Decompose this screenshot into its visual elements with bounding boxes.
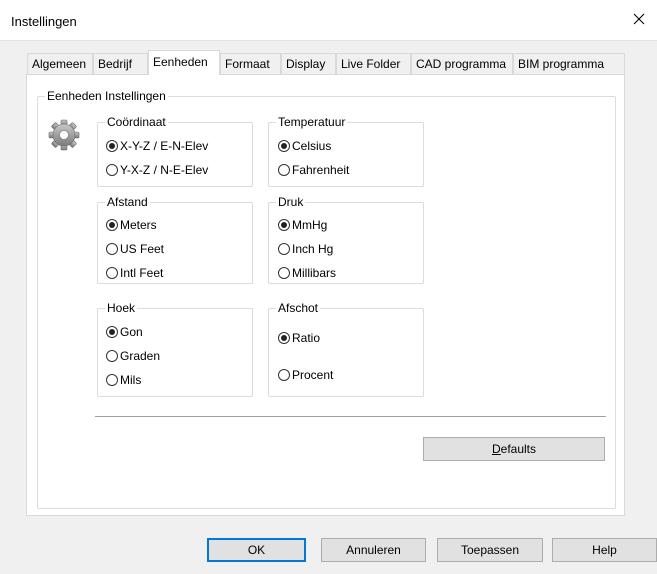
radio-procent[interactable]: Procent <box>278 368 333 382</box>
tab-panel-eenheden: Eenheden Instellingen Coördinaat X-Y-Z /… <box>26 74 625 516</box>
tab-bedrijf[interactable]: Bedrijf <box>93 53 148 74</box>
temperature-group-title: Temperatuur <box>278 115 346 129</box>
radio-circle[interactable] <box>278 267 290 279</box>
defaults-accelerator: D <box>491 442 501 456</box>
tab-label: Eenheden <box>153 55 208 69</box>
radio-circle[interactable] <box>106 374 118 386</box>
separator-line <box>95 416 606 418</box>
tab-label: Live Folder <box>341 57 401 71</box>
radio-label: US Feet <box>120 242 165 256</box>
radio-intl-feet[interactable]: Intl Feet <box>106 266 163 280</box>
radio-label: Mils <box>120 373 142 387</box>
radio-circle[interactable] <box>278 243 290 255</box>
coordinate-group-title: Coördinaat <box>107 115 166 129</box>
radio-circle[interactable] <box>106 326 118 338</box>
radio-millibars[interactable]: Millibars <box>278 266 336 280</box>
tab-formaat[interactable]: Formaat <box>220 53 281 74</box>
units-settings-title: Eenheden Instellingen <box>47 89 166 103</box>
tab-cad-programma[interactable]: CAD programma <box>411 53 513 74</box>
title-bar: Instellingen <box>0 0 657 40</box>
radio-label: Procent <box>292 368 334 382</box>
radio-circle[interactable] <box>106 219 118 231</box>
radio-label: Inch Hg <box>292 242 334 256</box>
tab-label: CAD programma <box>416 57 507 71</box>
radio-label: Fahrenheit <box>292 163 350 177</box>
radio-graden[interactable]: Graden <box>106 349 160 363</box>
radio-circle[interactable] <box>278 332 290 344</box>
tab-display[interactable]: Display <box>281 53 336 74</box>
radio-ratio[interactable]: Ratio <box>278 331 320 345</box>
radio-circle[interactable] <box>106 267 118 279</box>
radio-circle[interactable] <box>106 350 118 362</box>
radio-mils[interactable]: Mils <box>106 373 141 387</box>
radio-circle[interactable] <box>106 140 118 152</box>
defaults-label: efaults <box>500 442 537 456</box>
apply-button[interactable]: Toepassen <box>437 538 543 562</box>
radio-label: MmHg <box>292 218 328 232</box>
radio-label: Gon <box>120 325 143 339</box>
radio-circle[interactable] <box>106 164 118 176</box>
radio-label: Y-X-Z / N-E-Elev <box>120 163 209 177</box>
radio-inch-hg[interactable]: Inch Hg <box>278 242 333 256</box>
ok-button[interactable]: OK <box>207 538 306 562</box>
radio-label: X-Y-Z / E-N-Elev <box>120 139 209 153</box>
radio-circle[interactable] <box>106 243 118 255</box>
radio-xyz-enelev[interactable]: X-Y-Z / E-N-Elev <box>106 139 208 153</box>
radio-circle[interactable] <box>278 164 290 176</box>
slope-group: Afschot <box>268 301 424 397</box>
radio-label: Meters <box>120 218 157 232</box>
angle-group-title: Hoek <box>107 301 136 315</box>
radio-label: Graden <box>120 349 161 363</box>
radio-label: Celsius <box>292 139 332 153</box>
radio-circle[interactable] <box>278 140 290 152</box>
apply-label: Toepassen <box>460 543 520 557</box>
radio-label: Intl Feet <box>120 266 164 280</box>
window-title: Instellingen <box>11 14 77 29</box>
radio-circle[interactable] <box>278 219 290 231</box>
cancel-label: Annuleren <box>346 543 401 557</box>
radio-label: Millibars <box>292 266 337 280</box>
close-icon[interactable] <box>631 11 647 27</box>
help-button[interactable]: Help <box>552 538 657 562</box>
defaults-button[interactable]: Defaults <box>423 437 605 461</box>
tab-label: BIM programma <box>518 57 605 71</box>
tab-algemeen[interactable]: Algemeen <box>27 53 93 74</box>
help-label: Help <box>592 543 617 557</box>
distance-group-title: Afstand <box>107 195 148 209</box>
tab-bim-programma[interactable]: BIM programma <box>513 53 625 74</box>
tab-live-folder[interactable]: Live Folder <box>336 53 411 74</box>
radio-celsius[interactable]: Celsius <box>278 139 331 153</box>
radio-yxz-neelev[interactable]: Y-X-Z / N-E-Elev <box>106 163 208 177</box>
cancel-button[interactable]: Annuleren <box>321 538 426 562</box>
radio-us-feet[interactable]: US Feet <box>106 242 164 256</box>
radio-label: Ratio <box>292 331 321 345</box>
ok-label: OK <box>247 543 266 557</box>
radio-gon[interactable]: Gon <box>106 325 143 339</box>
pressure-group-title: Druk <box>278 195 304 209</box>
tab-label: Formaat <box>225 57 270 71</box>
gear-icon <box>48 119 80 151</box>
tab-label: Bedrijf <box>98 57 133 71</box>
radio-circle[interactable] <box>278 369 290 381</box>
slope-group-title: Afschot <box>278 301 319 315</box>
radio-fahrenheit[interactable]: Fahrenheit <box>278 163 349 177</box>
tab-label: Display <box>286 57 326 71</box>
radio-meters[interactable]: Meters <box>106 218 157 232</box>
tab-label: Algemeen <box>32 57 87 71</box>
tab-eenheden[interactable]: Eenheden <box>148 50 220 75</box>
radio-mmhg[interactable]: MmHg <box>278 218 327 232</box>
